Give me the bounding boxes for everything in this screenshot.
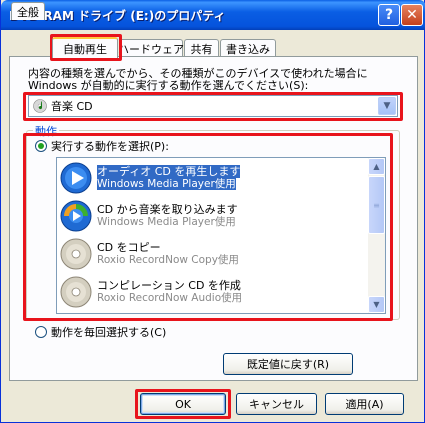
content-type-value: 音楽 CD [51,100,93,113]
tab-hardware[interactable]: ハードウェア [118,39,184,57]
tab-label: ハードウェア [118,42,184,56]
action-title: オーディオ CD を再生します [97,165,241,178]
action-subtitle: Roxio RecordNow Audio使用 [97,292,243,304]
scroll-up-button[interactable]: ▲ [368,158,385,175]
action-title: コンピレーション CD を作成 [97,279,241,292]
radio-indicator[interactable] [35,326,47,338]
title-bar[interactable]: DVD-RAM ドライブ (E:)のプロパティ ? ✕ [1,0,425,30]
prompt-action-radio[interactable]: 動作を毎回選択する(C) [35,324,166,340]
tab-label: 自動再生 [63,42,107,56]
action-title: CD をコピー [97,241,161,254]
chevron-down-icon: ▼ [373,300,380,309]
tab-sharing[interactable]: 共有 [184,39,219,57]
tab-label: 全般 [17,5,39,19]
help-icon: ? [384,7,394,23]
action-subtitle: Windows Media Player使用 [97,178,236,190]
action-item-play-cd[interactable]: オーディオ CD を再生します Windows Media Player使用 [59,160,365,196]
cancel-button[interactable]: キャンセル [236,393,317,415]
ok-button[interactable]: OK [140,393,226,415]
select-action-label: 実行する動作を選択(P): [51,140,169,153]
chevron-down-icon: ▼ [383,101,391,111]
action-title: CD から音楽を取り込みます [97,203,238,216]
media-player-icon [60,162,92,194]
close-icon: ✕ [406,7,418,23]
actions-group-legend: 動作 [33,123,59,139]
dropdown-arrow-button[interactable]: ▼ [378,97,396,115]
vertical-scrollbar[interactable]: ▲ ≡ ▼ [368,158,385,313]
action-item-rip-cd[interactable]: CD から音楽を取り込みます Windows Media Player使用 [59,198,365,234]
content-type-select[interactable]: 音楽 CD ▼ [28,95,398,117]
scroll-down-button[interactable]: ▼ [368,296,385,313]
help-button[interactable]: ? [378,4,400,26]
grip-icon: ≡ [373,200,380,210]
action-list[interactable]: オーディオ CD を再生します Windows Media Player使用 C… [56,157,386,314]
tab-autoplay[interactable]: 自動再生 [52,37,118,58]
tab-label: 共有 [190,42,213,56]
restore-defaults-button[interactable]: 既定値に戻す(R) [223,353,353,375]
media-player-icon [60,200,92,232]
prompt-action-label: 動作を毎回選択する(C) [51,326,167,339]
cd-disc-icon [60,276,92,308]
radio-indicator[interactable] [35,140,47,152]
chevron-up-icon: ▲ [373,162,380,171]
music-cd-icon [33,99,47,113]
cd-disc-icon [60,238,92,270]
properties-window: DVD-RAM ドライブ (E:)のプロパティ ? ✕ 全般 自動再生 ハードウ… [0,0,425,423]
apply-button[interactable]: 適用(A) [325,393,404,415]
close-button[interactable]: ✕ [401,4,423,26]
action-item-create-compilation[interactable]: コンピレーション CD を作成 Roxio RecordNow Audio使用 [59,274,365,310]
scroll-thumb[interactable]: ≡ [368,176,385,234]
select-action-radio[interactable]: 実行する動作を選択(P): [35,138,169,154]
tab-general[interactable]: 全般 [11,2,45,20]
action-subtitle: Windows Media Player使用 [97,216,236,228]
content-type-description: 内容の種類を選んでから、その種類がこのデバイスで使われた場合に Windows … [28,67,368,92]
action-subtitle: Roxio RecordNow Copy使用 [97,254,239,266]
action-item-copy-cd[interactable]: CD をコピー Roxio RecordNow Copy使用 [59,236,365,272]
tab-recording[interactable]: 書き込み [220,39,276,57]
tab-label: 書き込み [226,42,270,56]
